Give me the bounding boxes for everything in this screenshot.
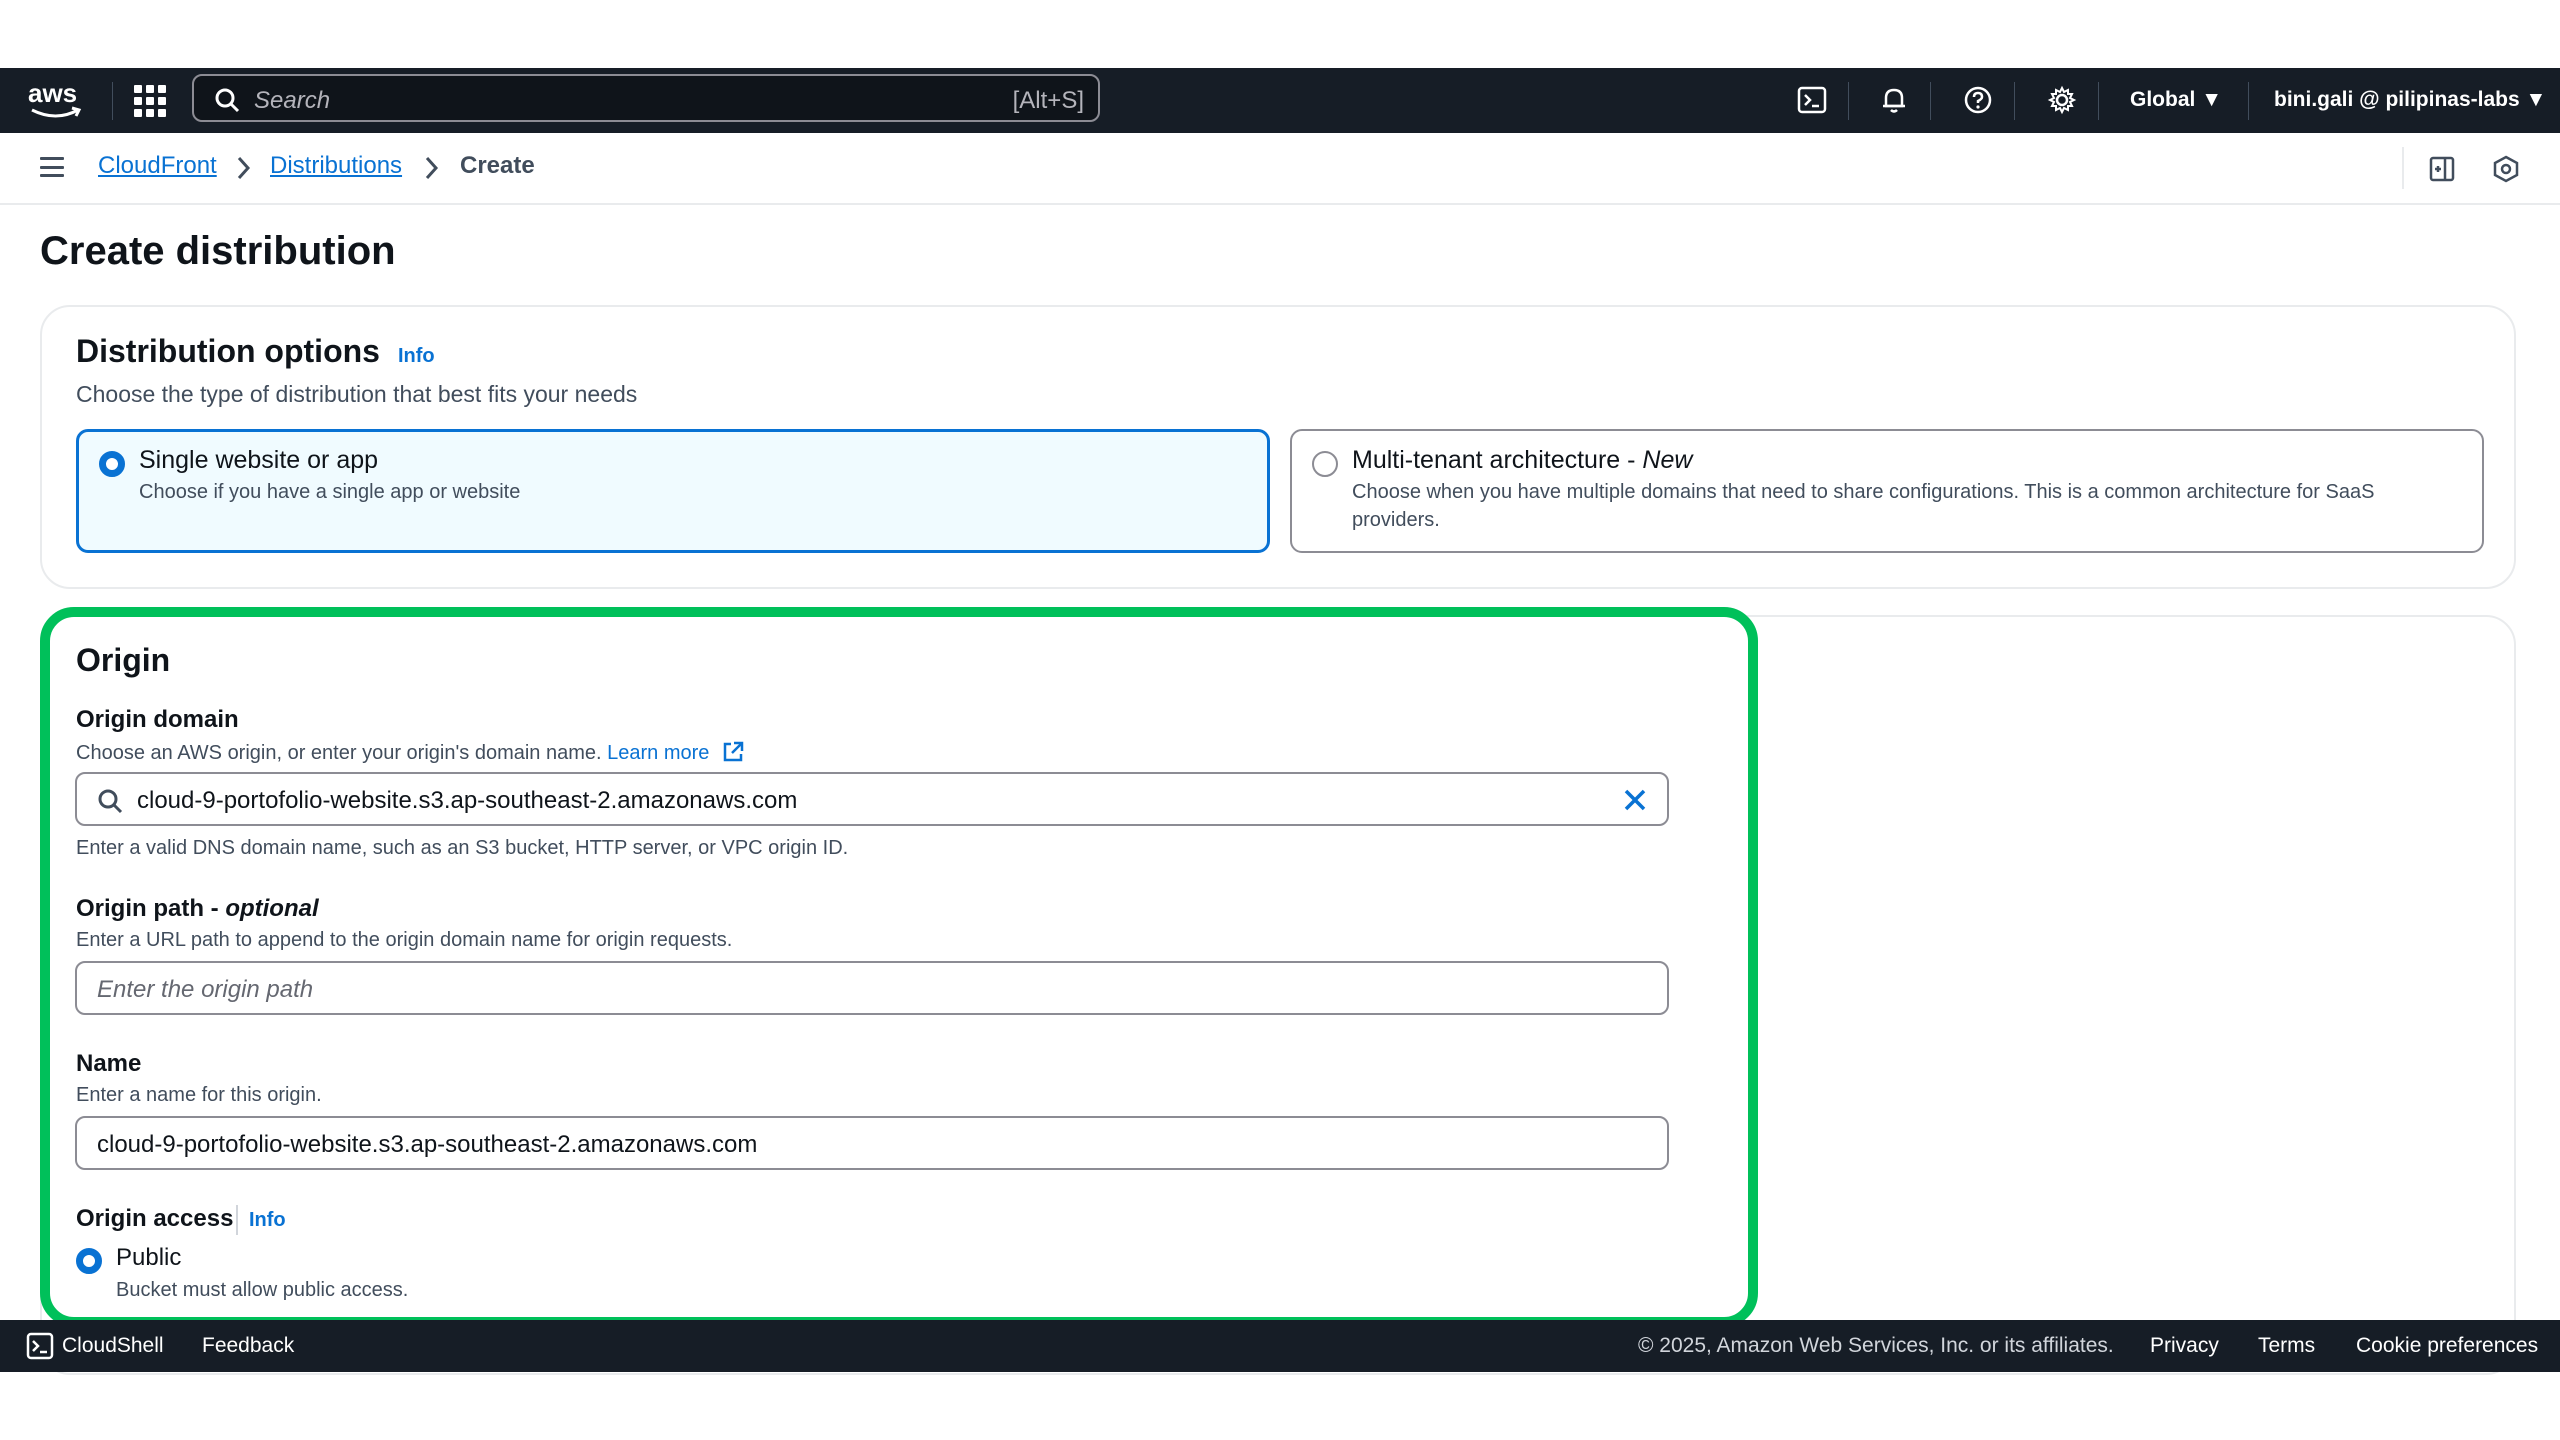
breadcrumb-distributions[interactable]: Distributions xyxy=(270,152,402,180)
region-label: Global xyxy=(2130,88,2196,111)
help-icon[interactable] xyxy=(1960,82,1996,118)
caret-down-icon: ▼ xyxy=(2525,88,2547,111)
main-content: Create distribution Distribution options… xyxy=(0,205,2560,1375)
search-icon xyxy=(215,88,240,113)
footer-copyright: © 2025, Amazon Web Services, Inc. or its… xyxy=(1638,1334,2114,1357)
account-label: bini.gali @ pilipinas-labs xyxy=(2274,88,2520,111)
gear-icon[interactable] xyxy=(2044,82,2080,118)
radio-unselected[interactable] xyxy=(1312,451,1338,477)
bell-icon[interactable] xyxy=(1876,82,1912,118)
option-single-website-label: Single website or app xyxy=(139,446,379,474)
breadcrumb-cloudfront[interactable]: CloudFront xyxy=(98,152,217,180)
distribution-options-description: Choose the type of distribution that bes… xyxy=(76,381,638,407)
aws-logo[interactable]: aws xyxy=(28,78,84,122)
option-multi-tenant[interactable]: Multi-tenant architecture - New Choose w… xyxy=(1290,429,2484,553)
distribution-options-info-link[interactable]: Info xyxy=(398,345,435,368)
caret-down-icon: ▼ xyxy=(2201,88,2222,111)
footer-feedback-link[interactable]: Feedback xyxy=(202,1334,294,1358)
page-title: Create distribution xyxy=(40,229,396,273)
footer-cookie-preferences-link[interactable]: Cookie preferences xyxy=(2356,1334,2538,1358)
footer-cloudshell-link[interactable]: CloudShell xyxy=(62,1334,164,1358)
breadcrumb-create: Create xyxy=(460,152,535,179)
region-selector[interactable]: Global ▼ xyxy=(2130,88,2222,112)
cloudshell-icon[interactable] xyxy=(26,1332,54,1360)
new-badge: New xyxy=(1642,446,1693,474)
footer-privacy-link[interactable]: Privacy xyxy=(2150,1334,2219,1358)
breadcrumb: CloudFront Distributions Create xyxy=(0,133,2560,205)
footer: CloudShell Feedback © 2025, Amazon Web S… xyxy=(0,1320,2560,1372)
nav-divider xyxy=(112,82,113,120)
option-multi-tenant-label: Multi-tenant architecture - New xyxy=(1352,446,1693,474)
option-multi-tenant-description: Choose when you have multiple domains th… xyxy=(1352,481,2375,531)
security-settings-icon[interactable] xyxy=(2488,151,2524,187)
account-menu[interactable]: bini.gali @ pilipinas-labs ▼ xyxy=(2274,88,2546,112)
option-single-website-description: Choose if you have a single app or websi… xyxy=(139,481,521,503)
origin-highlight-box xyxy=(40,607,1758,1327)
footer-terms-link[interactable]: Terms xyxy=(2258,1334,2315,1358)
chevron-right-icon xyxy=(425,156,439,180)
aws-smile-icon xyxy=(31,106,82,118)
distribution-options-title: Distribution options xyxy=(76,333,380,369)
distribution-options-panel: Distribution options Info Choose the typ… xyxy=(40,305,2516,589)
cloudshell-icon[interactable] xyxy=(1794,82,1830,118)
radio-selected[interactable] xyxy=(99,451,125,477)
search-input[interactable]: Search [Alt+S] xyxy=(192,74,1100,122)
menu-icon[interactable] xyxy=(40,157,64,177)
info-panel-icon[interactable] xyxy=(2424,151,2460,187)
option-single-website[interactable]: Single website or app Choose if you have… xyxy=(76,429,1270,553)
services-menu-icon[interactable] xyxy=(134,85,166,117)
top-navigation: aws Search [Alt+S] Global ▼ bini.gali @ … xyxy=(0,68,2560,133)
search-placeholder: Search xyxy=(254,87,331,114)
chevron-right-icon xyxy=(237,156,251,180)
search-shortcut: [Alt+S] xyxy=(1012,87,1084,114)
aws-logo-text: aws xyxy=(28,78,78,108)
